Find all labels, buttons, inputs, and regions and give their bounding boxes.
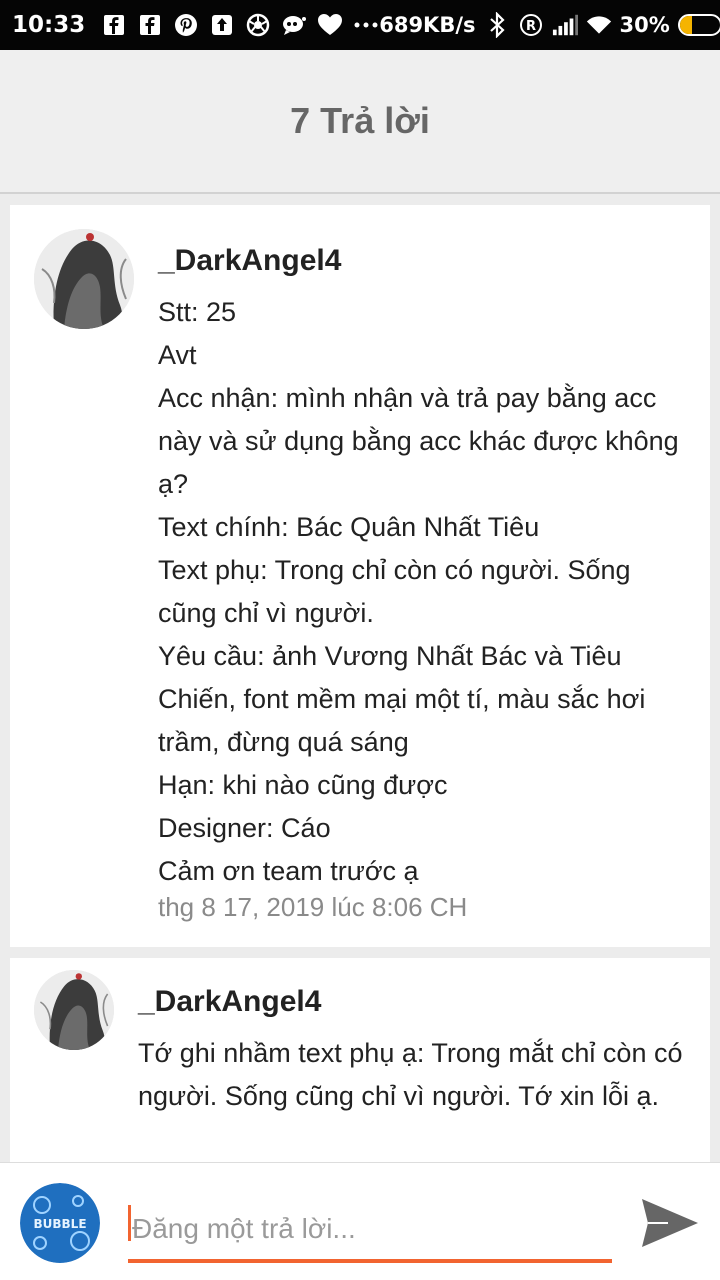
- send-icon: [642, 1199, 698, 1247]
- avatar[interactable]: [34, 970, 114, 1050]
- svg-text:R: R: [526, 19, 536, 34]
- wifi-icon: [586, 12, 612, 38]
- bluetooth-icon: [484, 12, 510, 38]
- reply-card: _DarkAngel4 Stt: 25 Avt Acc nhận: mình n…: [10, 205, 710, 947]
- messenger-icon: [281, 12, 307, 38]
- heart-icon: [317, 12, 343, 38]
- network-speed: 689KB/s: [379, 13, 476, 37]
- author-name[interactable]: _DarkAngel4: [138, 982, 692, 1022]
- upload-icon: [209, 12, 235, 38]
- more-icon: [353, 12, 379, 38]
- reply-card: _DarkAngel4 Tớ ghi nhầm text phụ ạ: Tron…: [10, 958, 710, 1168]
- reply-body: _DarkAngel4 Tớ ghi nhầm text phụ ạ: Tron…: [138, 982, 692, 1118]
- registered-icon: R: [518, 12, 544, 38]
- send-button[interactable]: [638, 1191, 702, 1255]
- pinterest-icon: [173, 12, 199, 38]
- header: 7 Trả lời: [0, 50, 720, 194]
- status-left: 10:33: [12, 12, 379, 38]
- reply-body: _DarkAngel4 Stt: 25 Avt Acc nhận: mình n…: [158, 241, 692, 925]
- my-avatar-text: BUBBLE: [33, 1217, 86, 1231]
- facebook-icon: [101, 12, 127, 38]
- reply-composer: BUBBLE: [0, 1162, 720, 1280]
- my-avatar: BUBBLE: [20, 1183, 100, 1263]
- author-name[interactable]: _DarkAngel4: [158, 241, 692, 281]
- reply-text: Stt: 25 Avt Acc nhận: mình nhận và trả p…: [158, 297, 679, 886]
- facebook-icon: [137, 12, 163, 38]
- status-time: 10:33: [12, 12, 86, 38]
- reply-input[interactable]: [128, 1199, 612, 1263]
- battery-percent: 30%: [619, 13, 670, 37]
- battery-level: [679, 16, 692, 34]
- battery-icon: [677, 14, 720, 36]
- avatar[interactable]: [34, 229, 134, 329]
- status-right: 689KB/s R 30%: [379, 12, 720, 38]
- page-title: 7 Trả lời: [290, 100, 430, 141]
- aperture-icon: [245, 12, 271, 38]
- text-cursor: [128, 1205, 131, 1241]
- reply-text: Tớ ghi nhầm text phụ ạ: Trong mắt chỉ cò…: [138, 1038, 683, 1111]
- status-bar: 10:33 689KB/s R 30%: [0, 0, 720, 50]
- reply-timestamp: thg 8 17, 2019 lúc 8:06 CH: [158, 892, 468, 922]
- signal-icon: [552, 12, 578, 38]
